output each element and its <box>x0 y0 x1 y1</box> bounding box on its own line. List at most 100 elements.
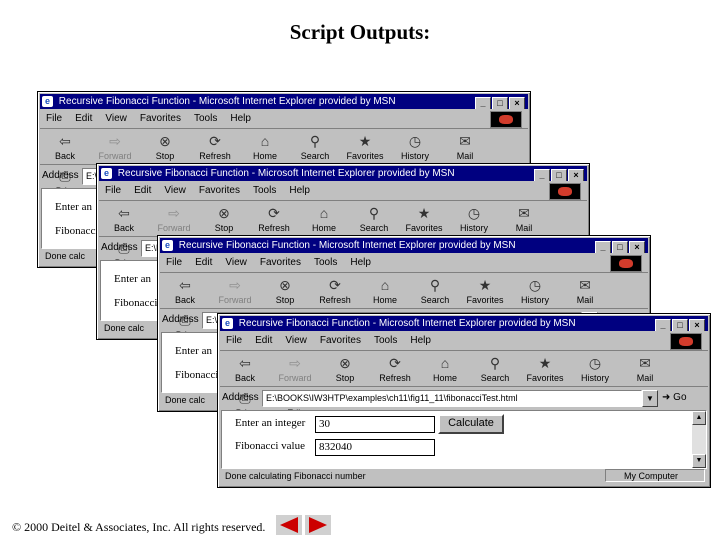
scroll-up-icon[interactable]: ▲ <box>692 411 706 425</box>
toolbar-forward-button[interactable]: ⇨ Forward <box>90 129 140 164</box>
toolbar-favorites-button[interactable]: ★ Favorites <box>340 129 390 164</box>
address-input[interactable]: E:\BOOKS\IW3HTP\examples\ch11\fig11_11\f… <box>262 390 642 407</box>
scroll-down-icon[interactable]: ▼ <box>692 454 706 468</box>
toolbar-back-button[interactable]: ⇦ Back <box>40 129 90 164</box>
maximize-button[interactable]: □ <box>672 319 688 331</box>
window-titlebar[interactable]: e Recursive Fibonacci Function - Microso… <box>220 316 708 331</box>
maximize-button[interactable]: □ <box>492 97 508 109</box>
toolbar-mail-button[interactable]: ✉ Mail <box>560 273 610 308</box>
toolbar-history-button[interactable]: ◷ History <box>390 129 440 164</box>
menu-item-edit[interactable]: Edit <box>195 257 212 268</box>
minimize-button[interactable]: _ <box>475 97 491 109</box>
toolbar-label: Search <box>420 295 450 305</box>
integer-input[interactable]: 30 <box>315 416 435 433</box>
toolbar-refresh-button[interactable]: ⟳ Refresh <box>370 351 420 386</box>
toolbar-stop-button[interactable]: ⊗ Stop <box>320 351 370 386</box>
toolbar-forward-button[interactable]: ⇨ Forward <box>210 273 260 308</box>
toolbar-mail-button[interactable]: ✉ Mail <box>440 129 490 164</box>
toolbar-home-button[interactable]: ⌂ Home <box>299 201 349 236</box>
address-dropdown-button[interactable]: ▼ <box>642 390 658 407</box>
previous-slide-icon[interactable] <box>276 515 302 535</box>
minimize-button[interactable]: _ <box>534 169 550 181</box>
toolbar-stop-button[interactable]: ⊗ Stop <box>199 201 249 236</box>
home-icon: ⌂ <box>260 133 270 149</box>
maximize-button[interactable]: □ <box>612 241 628 253</box>
menu-item-help[interactable]: Help <box>230 113 251 124</box>
toolbar-label: Stop <box>275 295 295 305</box>
window-titlebar[interactable]: e Recursive Fibonacci Function - Microso… <box>40 94 528 109</box>
toolbar-stop-button[interactable]: ⊗ Stop <box>260 273 310 308</box>
toolbar-refresh-button[interactable]: ⟳ Refresh <box>310 273 360 308</box>
close-button[interactable]: × <box>629 241 645 253</box>
menu-item-edit[interactable]: Edit <box>255 335 272 346</box>
next-slide-icon[interactable] <box>305 515 331 535</box>
menu-item-favorites[interactable]: Favorites <box>260 257 301 268</box>
toolbar-back-button[interactable]: ⇦ Back <box>160 273 210 308</box>
toolbar-home-button[interactable]: ⌂ Home <box>360 273 410 308</box>
toolbar-mail-button[interactable]: ✉ Mail <box>499 201 549 236</box>
menu-item-edit[interactable]: Edit <box>134 185 151 196</box>
maximize-button[interactable]: □ <box>551 169 567 181</box>
menu-item-file[interactable]: File <box>166 257 182 268</box>
calculate-button[interactable]: Calculate <box>438 414 504 434</box>
toolbar-favorites-button[interactable]: ★ Favorites <box>399 201 449 236</box>
menu-item-view[interactable]: View <box>105 113 127 124</box>
toolbar-mail-button[interactable]: ✉ Mail <box>620 351 670 386</box>
menu-item-favorites[interactable]: Favorites <box>140 113 181 124</box>
menu-item-file[interactable]: File <box>46 113 62 124</box>
menu-item-view[interactable]: View <box>225 257 247 268</box>
menu-item-edit[interactable]: Edit <box>75 113 92 124</box>
toolbar-back-button[interactable]: ⇦ Back <box>99 201 149 236</box>
menu-item-view[interactable]: View <box>285 335 307 346</box>
page-content: Enter an integer 30 Calculate Fibonacci … <box>221 410 707 469</box>
menu-item-favorites[interactable]: Favorites <box>320 335 361 346</box>
menu-item-view[interactable]: View <box>164 185 186 196</box>
window-titlebar[interactable]: e Recursive Fibonacci Function - Microso… <box>99 166 587 181</box>
toolbar-label: Home <box>432 373 457 383</box>
toolbar-forward-button[interactable]: ⇨ Forward <box>270 351 320 386</box>
menu-item-tools[interactable]: Tools <box>194 113 217 124</box>
toolbar-refresh-button[interactable]: ⟳ Refresh <box>249 201 299 236</box>
toolbar-forward-button[interactable]: ⇨ Forward <box>149 201 199 236</box>
refresh-icon: ⟳ <box>268 205 280 221</box>
toolbar-label: History <box>459 223 488 233</box>
toolbar-refresh-button[interactable]: ⟳ Refresh <box>190 129 240 164</box>
toolbar-stop-button[interactable]: ⊗ Stop <box>140 129 190 164</box>
toolbar-search-button[interactable]: ⚲ Search <box>349 201 399 236</box>
toolbar-history-button[interactable]: ◷ History <box>570 351 620 386</box>
menu-item-help[interactable]: Help <box>410 335 431 346</box>
menu-item-favorites[interactable]: Favorites <box>199 185 240 196</box>
menu-item-help[interactable]: Help <box>350 257 371 268</box>
toolbar-favorites-button[interactable]: ★ Favorites <box>460 273 510 308</box>
close-button[interactable]: × <box>689 319 705 331</box>
close-button[interactable]: × <box>509 97 525 109</box>
toolbar-history-button[interactable]: ◷ History <box>449 201 499 236</box>
menu-item-tools[interactable]: Tools <box>314 257 337 268</box>
menu-item-file[interactable]: File <box>226 335 242 346</box>
toolbar-history-button[interactable]: ◷ History <box>510 273 560 308</box>
toolbar-favorites-button[interactable]: ★ Favorites <box>520 351 570 386</box>
window-titlebar[interactable]: e Recursive Fibonacci Function - Microso… <box>160 238 648 253</box>
minimize-button[interactable]: _ <box>655 319 671 331</box>
search-icon: ⚲ <box>368 205 380 221</box>
toolbar-search-button[interactable]: ⚲ Search <box>470 351 520 386</box>
toolbar-home-button[interactable]: ⌂ Home <box>240 129 290 164</box>
slide-title: Script Outputs: <box>289 20 431 44</box>
minimize-button[interactable]: _ <box>595 241 611 253</box>
menu-bar: File Edit View Favorites Tools Help <box>99 182 587 201</box>
vertical-scrollbar[interactable]: ▲ ▼ <box>692 411 706 468</box>
menu-item-tools[interactable]: Tools <box>253 185 276 196</box>
menu-item-tools[interactable]: Tools <box>374 335 397 346</box>
toolbar-search-button[interactable]: ⚲ Search <box>290 129 340 164</box>
menu-item-file[interactable]: File <box>105 185 121 196</box>
go-button[interactable]: ➜ Go <box>662 390 706 406</box>
favorites-icon: ★ <box>538 355 552 371</box>
toolbar-home-button[interactable]: ⌂ Home <box>420 351 470 386</box>
address-bar: Address E:\BOOKS\IW3HTP\examples\ch11\fi… <box>220 388 708 408</box>
toolbar-back-button[interactable]: ⇦ Back <box>220 351 270 386</box>
browser-window-front[interactable]: e Recursive Fibonacci Function - Microso… <box>217 313 711 488</box>
toolbar-search-button[interactable]: ⚲ Search <box>410 273 460 308</box>
close-button[interactable]: × <box>568 169 584 181</box>
menu-item-help[interactable]: Help <box>289 185 310 196</box>
windows-logo-icon <box>670 333 702 350</box>
